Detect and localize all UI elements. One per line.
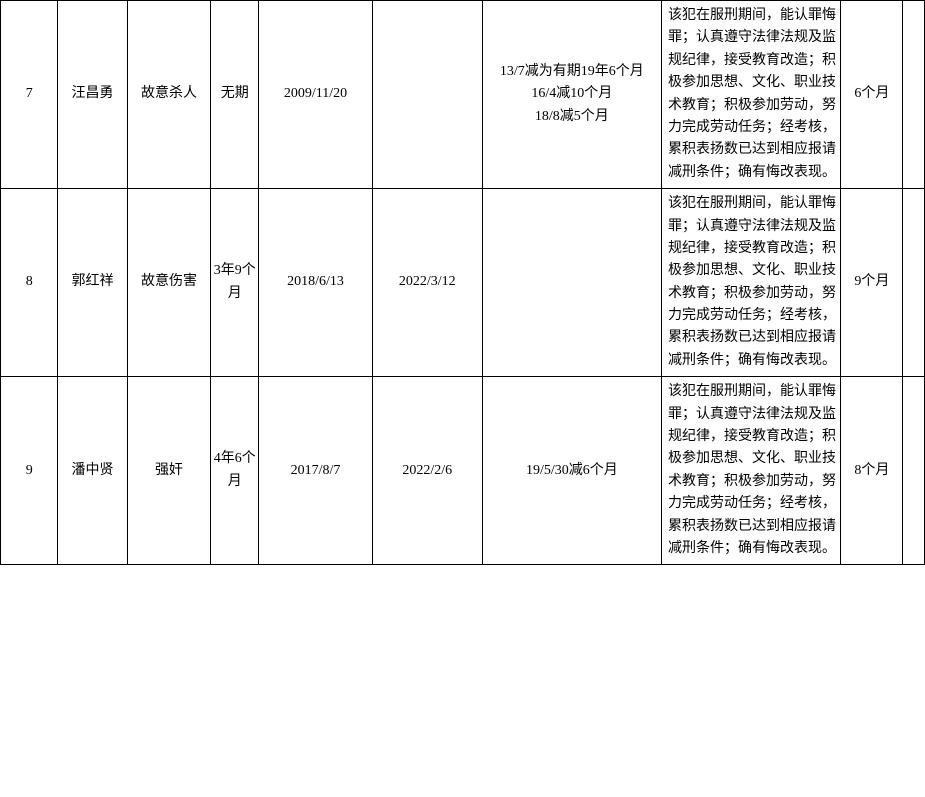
cell-start-date: 2009/11/20 [259, 1, 373, 189]
cell-description: 该犯在服刑期间，能认罪悔罪；认真遵守法律法规及监规纪律，接受教育改造；积极参加思… [662, 377, 841, 565]
cell-reduction: 9个月 [841, 189, 903, 377]
cell-crime: 强奸 [127, 377, 211, 565]
cell-reduction: 8个月 [841, 377, 903, 565]
cell-term: 4年6个月 [211, 377, 259, 565]
cell-extra [903, 377, 925, 565]
cell-term: 3年9个月 [211, 189, 259, 377]
data-table: 7汪昌勇故意杀人无期2009/11/20 13/7减为有期19年6个月16/4减1… [0, 0, 925, 565]
cell-start-date: 2017/8/7 [259, 377, 373, 565]
table-row: 7汪昌勇故意杀人无期2009/11/20 13/7减为有期19年6个月16/4减1… [1, 1, 925, 189]
cell-term: 无期 [211, 1, 259, 189]
cell-name: 汪昌勇 [58, 1, 127, 189]
cell-crime: 故意伤害 [127, 189, 211, 377]
cell-history [482, 189, 661, 377]
cell-description: 该犯在服刑期间，能认罪悔罪；认真遵守法律法规及监规纪律，接受教育改造；积极参加思… [662, 1, 841, 189]
cell-history: 19/5/30减6个月 [482, 377, 661, 565]
cell-description: 该犯在服刑期间，能认罪悔罪；认真遵守法律法规及监规纪律，接受教育改造；积极参加思… [662, 189, 841, 377]
cell-index: 7 [1, 1, 58, 189]
cell-name: 潘中贤 [58, 377, 127, 565]
table-row: 9潘中贤强奸4年6个月2017/8/72022/2/619/5/30减6个月该犯… [1, 377, 925, 565]
cell-extra [903, 1, 925, 189]
cell-history: 13/7减为有期19年6个月16/4减10个月18/8减5个月 [482, 1, 661, 189]
cell-name: 郭红祥 [58, 189, 127, 377]
cell-end-date [372, 1, 482, 189]
cell-start-date: 2018/6/13 [259, 189, 373, 377]
cell-reduction: 6个月 [841, 1, 903, 189]
cell-index: 8 [1, 189, 58, 377]
table-row: 8郭红祥故意伤害3年9个月2018/6/132022/3/12 该犯在服刑期间，能… [1, 189, 925, 377]
cell-end-date: 2022/2/6 [372, 377, 482, 565]
cell-index: 9 [1, 377, 58, 565]
cell-crime: 故意杀人 [127, 1, 211, 189]
cell-end-date: 2022/3/12 [372, 189, 482, 377]
cell-extra [903, 189, 925, 377]
